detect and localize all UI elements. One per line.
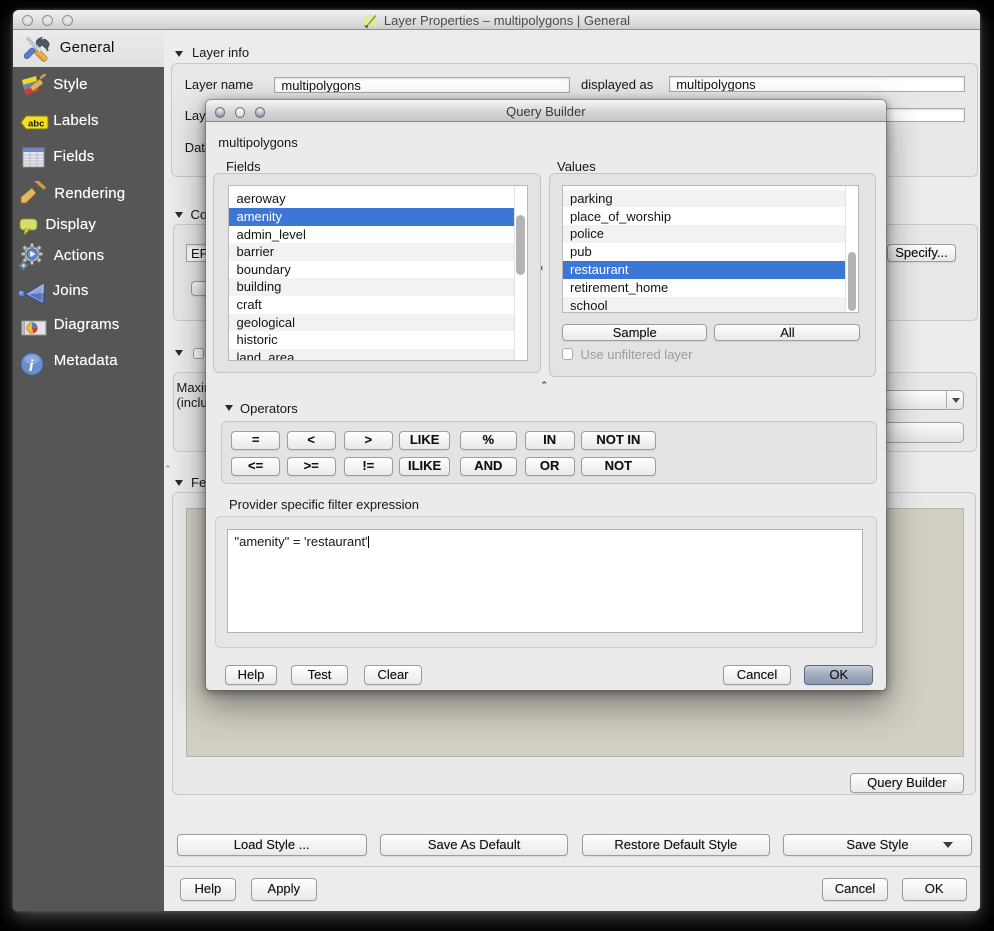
svg-text:abc: abc [28,119,44,130]
svg-text:i: i [29,358,34,375]
